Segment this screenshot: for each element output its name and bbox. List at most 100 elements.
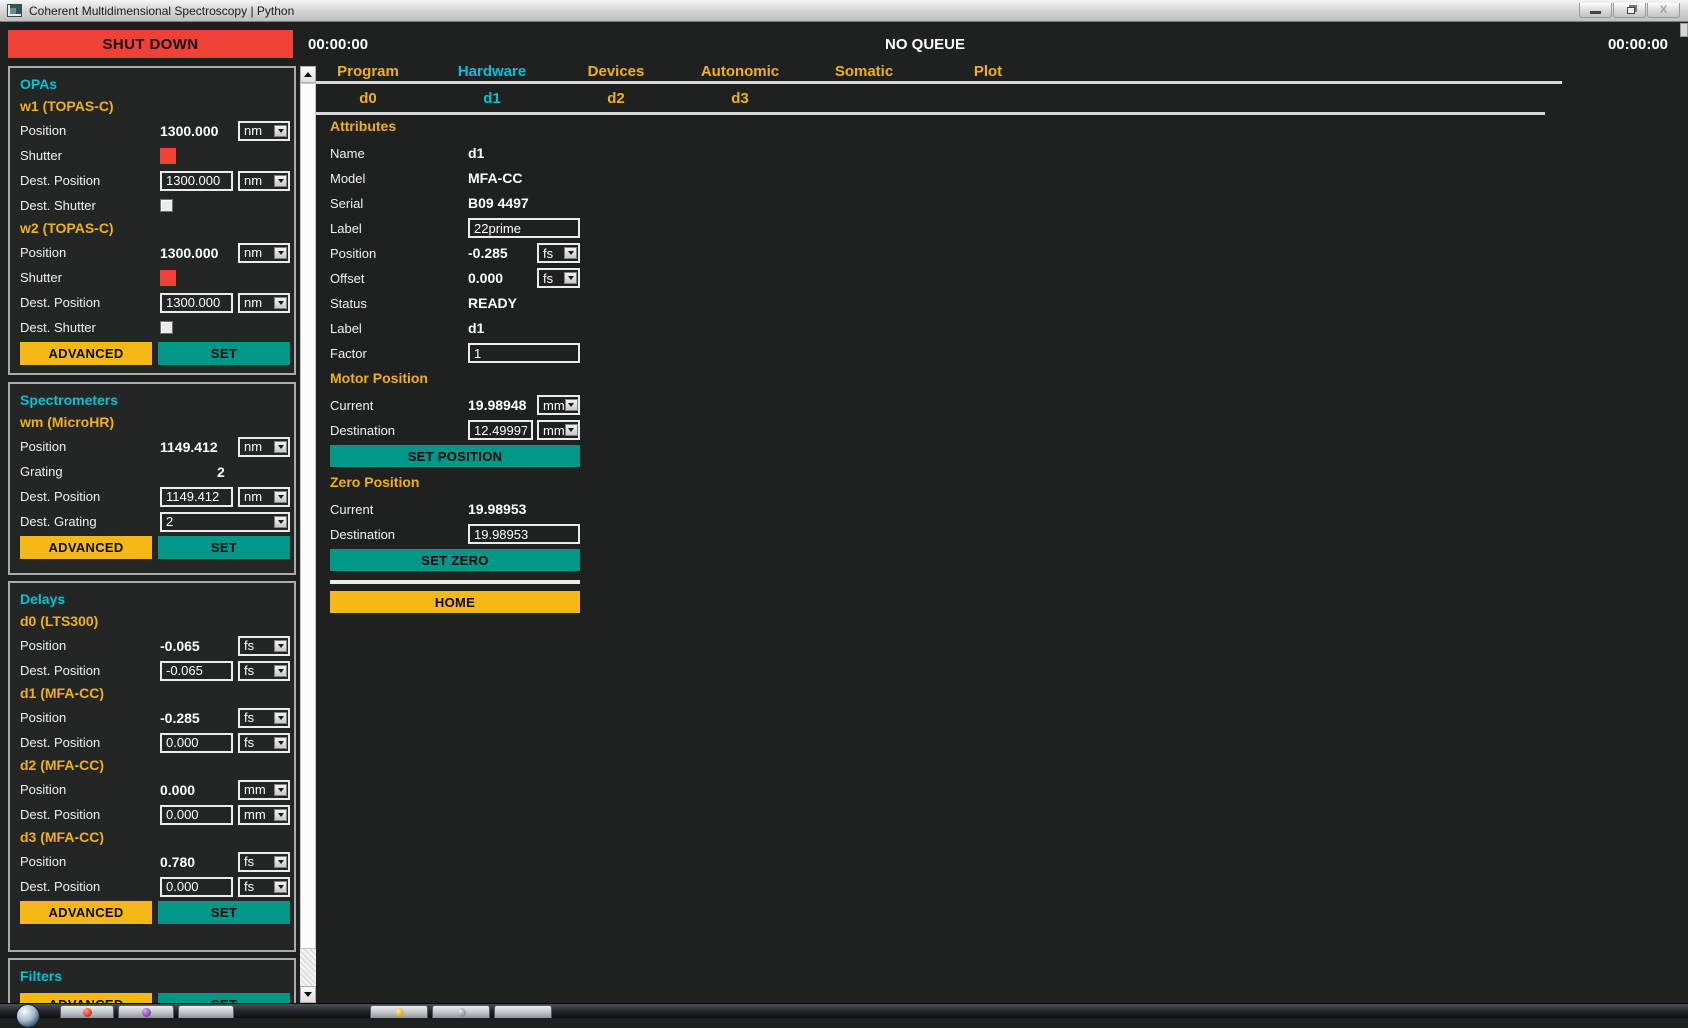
start-orb-icon[interactable] — [16, 1004, 40, 1028]
field-label: Current — [330, 398, 468, 413]
position-unit-select[interactable]: fs — [537, 243, 580, 263]
spectrometers-title: Spectrometers — [20, 392, 290, 410]
field-label: Dest. Position — [20, 489, 160, 504]
scroll-up-button[interactable] — [300, 66, 316, 83]
main-scrollbar-sliver[interactable] — [1680, 23, 1688, 37]
d0-position-value: -0.065 — [160, 638, 233, 654]
subtab-d3[interactable]: d3 — [678, 90, 802, 107]
tab-somatic[interactable]: Somatic — [802, 63, 926, 80]
wm-dest-unit-select[interactable]: nm — [238, 487, 290, 507]
label-input[interactable] — [468, 218, 580, 238]
d3-position-unit-select[interactable]: fs — [238, 852, 290, 872]
tab-autonomic[interactable]: Autonomic — [678, 63, 802, 80]
minimize-button[interactable] — [1579, 3, 1612, 18]
app-yellow-icon — [395, 1008, 404, 1017]
motor-destination-unit-select[interactable]: mm — [537, 420, 580, 440]
tab-hardware[interactable]: Hardware — [430, 63, 554, 80]
spectrometers-set-button[interactable]: SET — [158, 536, 290, 559]
motor-current-unit-select[interactable]: mm — [537, 395, 580, 415]
w2-dest-unit-select[interactable]: nm — [238, 293, 290, 313]
taskbar-button-4[interactable] — [370, 1005, 428, 1018]
field-label: Dest. Position — [20, 295, 160, 310]
field-label: Position — [20, 638, 160, 653]
taskbar-button-3[interactable] — [178, 1005, 234, 1018]
tab-devices[interactable]: Devices — [554, 63, 678, 80]
factor-input[interactable] — [468, 343, 580, 363]
d3-dest-unit-select[interactable]: fs — [238, 877, 290, 897]
wm-dest-grating-select[interactable]: 2 — [160, 512, 290, 532]
chevron-down-icon — [564, 247, 577, 259]
scrollbar-thumb[interactable] — [300, 83, 316, 949]
chevron-down-icon — [274, 125, 287, 137]
w1-dest-position-input[interactable] — [160, 171, 233, 191]
subtab-d1[interactable]: d1 — [430, 90, 554, 107]
d2-position-unit-select[interactable]: mm — [238, 780, 290, 800]
opas-advanced-button[interactable]: ADVANCED — [20, 342, 152, 365]
d0-position-unit-select[interactable]: fs — [238, 636, 290, 656]
subtab-d2[interactable]: d2 — [554, 90, 678, 107]
d2-position-value: 0.000 — [160, 782, 233, 798]
taskbar-button-2[interactable] — [118, 1005, 174, 1018]
field-label: Position — [20, 245, 160, 260]
subtabs-underline — [308, 112, 1545, 115]
motor-destination-input[interactable] — [468, 420, 533, 440]
tab-plot[interactable]: Plot — [926, 63, 1050, 80]
chevron-down-icon — [274, 175, 287, 187]
d1-position-value: -0.285 — [160, 710, 233, 726]
wm-position-unit-select[interactable]: nm — [238, 437, 290, 457]
field-label: Position — [330, 246, 468, 261]
spectrometers-advanced-button[interactable]: ADVANCED — [20, 536, 152, 559]
restore-button[interactable] — [1613, 3, 1646, 18]
w1-dest-shutter-checkbox[interactable] — [160, 199, 173, 212]
d1-dest-unit-select[interactable]: fs — [238, 733, 290, 753]
d2-device-name: d2 (MFA-CC) — [20, 757, 290, 775]
field-label: Name — [330, 146, 468, 161]
home-button[interactable]: HOME — [330, 591, 580, 613]
chevron-down-icon — [274, 297, 287, 309]
device-subtabs: d0 d1 d2 d3 — [306, 90, 802, 107]
elapsed-timer: 00:00:00 — [308, 36, 368, 53]
label2-value: d1 — [468, 320, 484, 336]
d0-dest-position-input[interactable] — [160, 661, 233, 681]
w2-position-unit-select[interactable]: nm — [238, 243, 290, 263]
w1-position-unit-select[interactable]: nm — [238, 121, 290, 141]
field-label: Label — [330, 321, 468, 336]
scroll-down-button[interactable] — [300, 986, 316, 1003]
hardware-d1-panel: Attributes Name d1 Model MFA-CC Serial B… — [330, 118, 580, 619]
d1-dest-position-input[interactable] — [160, 733, 233, 753]
tab-program[interactable]: Program — [306, 63, 430, 80]
chevron-down-icon — [564, 272, 577, 284]
w2-dest-position-input[interactable] — [160, 293, 233, 313]
zero-destination-input[interactable] — [468, 524, 580, 544]
close-icon: X — [1660, 5, 1667, 16]
delays-set-button[interactable]: SET — [158, 901, 290, 924]
w1-dest-unit-select[interactable]: nm — [238, 171, 290, 191]
subtab-d0[interactable]: d0 — [306, 90, 430, 107]
close-button[interactable]: X — [1647, 3, 1680, 18]
w2-dest-shutter-checkbox[interactable] — [160, 321, 173, 334]
d2-dest-position-input[interactable] — [160, 805, 233, 825]
taskbar-button-6[interactable] — [494, 1005, 552, 1018]
d0-dest-unit-select[interactable]: fs — [238, 661, 290, 681]
shut-down-button[interactable]: SHUT DOWN — [8, 30, 293, 58]
minimize-icon — [1590, 11, 1601, 14]
wm-dest-position-input[interactable] — [160, 487, 233, 507]
w2-shutter-indicator[interactable] — [160, 270, 176, 286]
d2-dest-unit-select[interactable]: mm — [238, 805, 290, 825]
separator-line — [330, 580, 580, 584]
scrollbar-track[interactable] — [300, 949, 316, 986]
offset-unit-select[interactable]: fs — [537, 268, 580, 288]
opas-set-button[interactable]: SET — [158, 342, 290, 365]
set-zero-button[interactable]: SET ZERO — [330, 549, 580, 571]
field-label: Dest. Shutter — [20, 198, 160, 213]
set-position-button[interactable]: SET POSITION — [330, 445, 580, 467]
field-label: Destination — [330, 527, 468, 542]
d3-dest-position-input[interactable] — [160, 877, 233, 897]
taskbar-button-5[interactable] — [432, 1005, 490, 1018]
w1-shutter-indicator[interactable] — [160, 148, 176, 164]
d1-position-unit-select[interactable]: fs — [238, 708, 290, 728]
filters-title: Filters — [20, 968, 290, 986]
wm-device-name: wm (MicroHR) — [20, 414, 290, 432]
taskbar-button-1[interactable] — [60, 1005, 114, 1018]
delays-advanced-button[interactable]: ADVANCED — [20, 901, 152, 924]
